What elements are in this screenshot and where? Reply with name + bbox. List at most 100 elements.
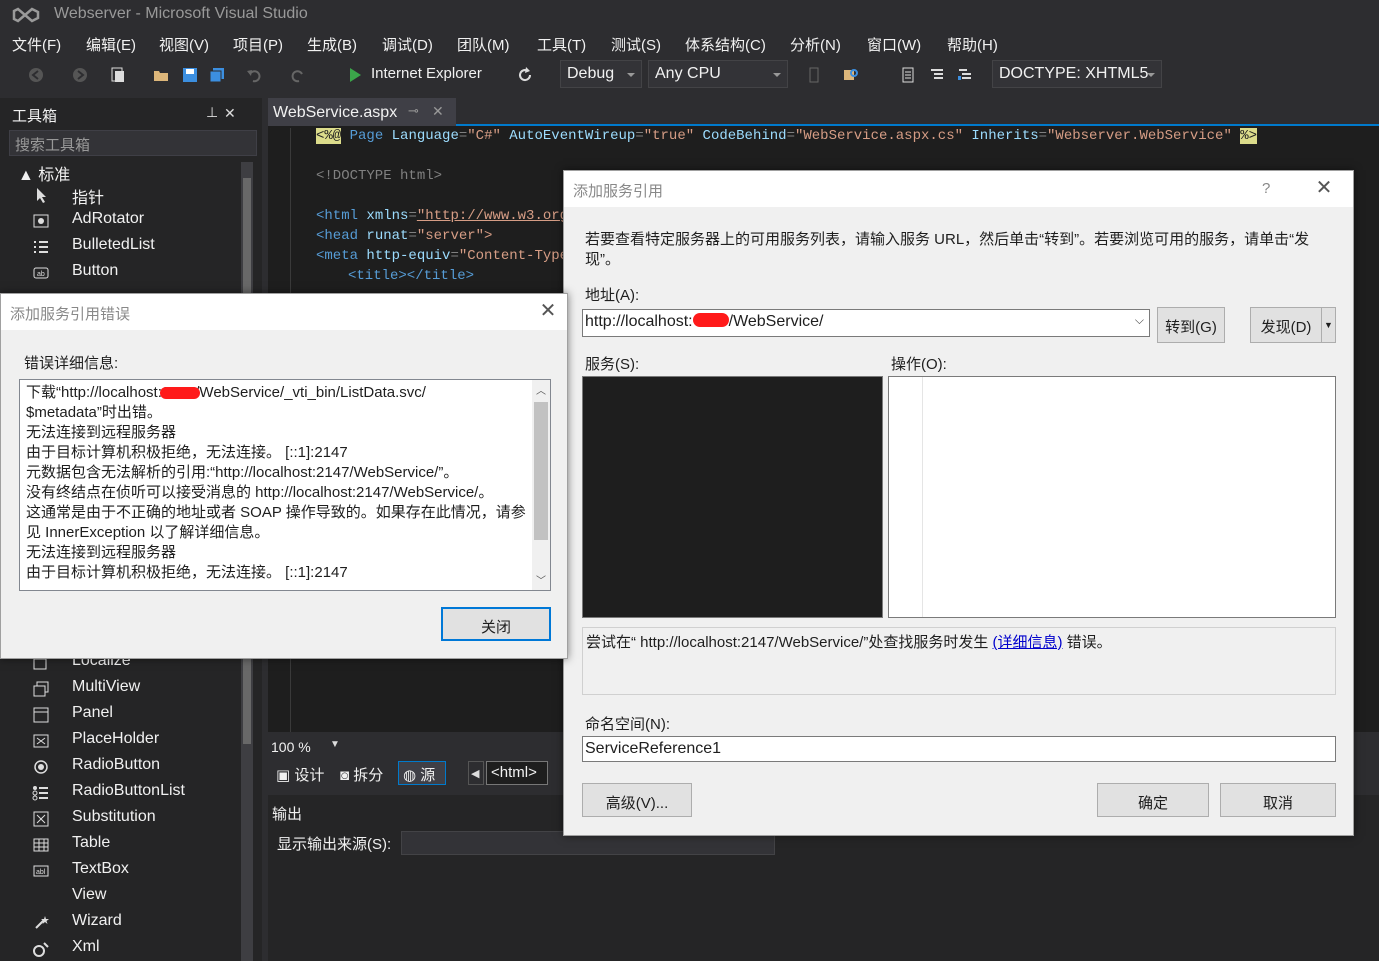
menu-edit[interactable]: 编辑(E): [86, 34, 136, 55]
operations-list[interactable]: [888, 376, 1336, 618]
redo-icon[interactable]: [290, 67, 306, 83]
radio-button-list-icon: [32, 786, 48, 801]
tab-design[interactable]: ▣ 设计: [276, 764, 324, 785]
config-dropdown[interactable]: Debug: [560, 60, 642, 88]
zoom-level[interactable]: 100 %: [271, 739, 311, 755]
close-tab-icon[interactable]: ✕: [432, 103, 444, 120]
chevron-down-icon: [773, 73, 781, 77]
close-icon[interactable]: ✕: [538, 301, 558, 322]
device-icon[interactable]: [806, 67, 822, 83]
toolbox-item-multiview[interactable]: MultiView: [32, 677, 237, 701]
menu-help[interactable]: 帮助(H): [947, 34, 998, 55]
ok-button[interactable]: 确定: [1097, 783, 1209, 817]
menu-view[interactable]: 视图(V): [159, 34, 209, 55]
address-input[interactable]: http://localhost:/WebService/ ⌵: [582, 309, 1150, 337]
cancel-button[interactable]: 取消: [1220, 783, 1336, 817]
start-debugging-icon[interactable]: [347, 67, 363, 83]
window-title: Webserver - Microsoft Visual Studio: [54, 5, 308, 22]
forward-icon[interactable]: [72, 67, 88, 83]
pointer-icon: [37, 188, 46, 203]
chevron-down-icon: [1147, 73, 1155, 77]
back-icon[interactable]: [28, 67, 44, 83]
save-icon[interactable]: [182, 67, 198, 83]
pin-icon[interactable]: ⊥: [206, 104, 218, 121]
help-icon[interactable]: ?: [1262, 180, 1270, 197]
toolbox-item-radiobuttonlist[interactable]: RadioButtonList: [32, 781, 237, 805]
menu-tools[interactable]: 工具(T): [537, 34, 586, 55]
discover-dropdown-icon[interactable]: ▼: [1321, 307, 1336, 343]
document-tab-bar: WebService.aspx ⊸ ✕: [268, 98, 1379, 126]
refresh-icon[interactable]: [517, 67, 533, 83]
error-scrollbar[interactable]: ︿ ﹀: [532, 380, 550, 590]
menu-build[interactable]: 生成(B): [307, 34, 357, 55]
toolbox-item-adrotator[interactable]: AdRotator: [32, 209, 237, 233]
chevron-down-icon[interactable]: ▼: [330, 739, 340, 750]
services-tree[interactable]: [582, 376, 883, 618]
menu-architecture[interactable]: 体系结构(C): [685, 34, 766, 55]
toolbox-item-substitution[interactable]: Substitution: [32, 807, 237, 831]
breadcrumb-html[interactable]: <html>: [486, 761, 548, 785]
toolbox-group-standard[interactable]: ▲ 标准: [18, 161, 70, 185]
scroll-down-icon[interactable]: ﹀: [536, 572, 546, 590]
toolbox-item-wizard[interactable]: Wizard: [32, 911, 237, 935]
close-button[interactable]: 关闭: [441, 607, 551, 641]
instructions-line2: 现”。: [585, 251, 620, 268]
pin-icon[interactable]: ⊸: [408, 103, 419, 119]
multiview-icon: [33, 681, 49, 697]
find-in-files-icon[interactable]: [843, 67, 859, 83]
toolbox-search-input[interactable]: 搜索工具箱: [9, 130, 257, 156]
toolbox-item-radiobutton[interactable]: RadioButton: [32, 755, 237, 779]
address-label: 地址(A):: [585, 287, 640, 304]
page-icon[interactable]: [900, 67, 916, 83]
tab-source[interactable]: ◍ 源: [398, 761, 446, 785]
toolbox-item-placeholder[interactable]: PlaceHolder: [32, 729, 237, 753]
toolbox-item-table[interactable]: Table: [32, 833, 237, 857]
close-icon[interactable]: ✕: [1314, 178, 1334, 199]
toolbox-item-bulletedlist[interactable]: BulletedList: [32, 235, 237, 259]
scrollbar-thumb[interactable]: [534, 402, 548, 540]
namespace-input[interactable]: ServiceReference1: [582, 736, 1336, 762]
toolbox-item-panel[interactable]: Panel: [32, 703, 237, 727]
placeholder-icon: [33, 734, 49, 748]
tab-webservice-aspx[interactable]: WebService.aspx ⊸ ✕: [268, 98, 456, 126]
error-line: 下载“http://localhost:2147/WebService/_vti…: [26, 384, 426, 401]
advanced-button[interactable]: 高级(V)...: [582, 783, 692, 817]
discover-button[interactable]: 发现(D): [1250, 307, 1322, 343]
status-message: 尝试在“ http://localhost:2147/WebService/”处…: [586, 634, 1112, 651]
toolbox-item-view[interactable]: View: [32, 885, 237, 909]
toolbox-item-textbox[interactable]: abl TextBox: [32, 859, 237, 883]
output-source-label: 显示输出来源(S):: [277, 836, 392, 853]
output-title: 输出: [272, 806, 303, 823]
open-file-icon[interactable]: [153, 67, 169, 83]
new-project-icon[interactable]: [110, 67, 126, 83]
scroll-up-icon[interactable]: ︿: [536, 382, 546, 402]
save-all-icon[interactable]: [209, 67, 225, 83]
platform-dropdown[interactable]: Any CPU: [648, 60, 788, 88]
toolbox-item-pointer[interactable]: 指针: [32, 183, 237, 207]
menu-window[interactable]: 窗口(W): [867, 34, 921, 55]
error-line: 无法连接到远程服务器: [26, 424, 177, 441]
menu-team[interactable]: 团队(M): [457, 34, 510, 55]
tab-split[interactable]: ◙ 拆分: [340, 764, 383, 785]
go-button[interactable]: 转到(G): [1157, 307, 1225, 343]
toolbox-item-button[interactable]: ab Button: [32, 261, 237, 285]
bulleted-list-icon: [34, 241, 48, 253]
menu-debug[interactable]: 调试(D): [382, 34, 433, 55]
chevron-down-icon[interactable]: ⌵: [1135, 313, 1144, 328]
undo-icon[interactable]: [246, 67, 262, 83]
close-icon[interactable]: ✕: [224, 105, 236, 122]
error-details-text[interactable]: 下载“http://localhost:2147/WebService/_vti…: [19, 379, 551, 591]
format-icon[interactable]: [929, 67, 945, 83]
breadcrumb-left-icon[interactable]: ◀: [468, 761, 484, 785]
code-line-6: <title></title>: [348, 268, 475, 284]
menu-analyze[interactable]: 分析(N): [790, 34, 841, 55]
table-icon: [33, 838, 49, 852]
run-target-label[interactable]: Internet Explorer: [371, 65, 482, 85]
details-link[interactable]: (详细信息): [993, 634, 1063, 651]
outline-icon[interactable]: [957, 67, 973, 83]
toolbox-item-xml[interactable]: Xml: [32, 937, 237, 961]
doctype-dropdown[interactable]: DOCTYPE: XHTML5: [992, 60, 1162, 88]
menu-file[interactable]: 文件(F): [12, 34, 61, 55]
menu-test[interactable]: 测试(S): [611, 34, 661, 55]
menu-project[interactable]: 项目(P): [233, 34, 283, 55]
